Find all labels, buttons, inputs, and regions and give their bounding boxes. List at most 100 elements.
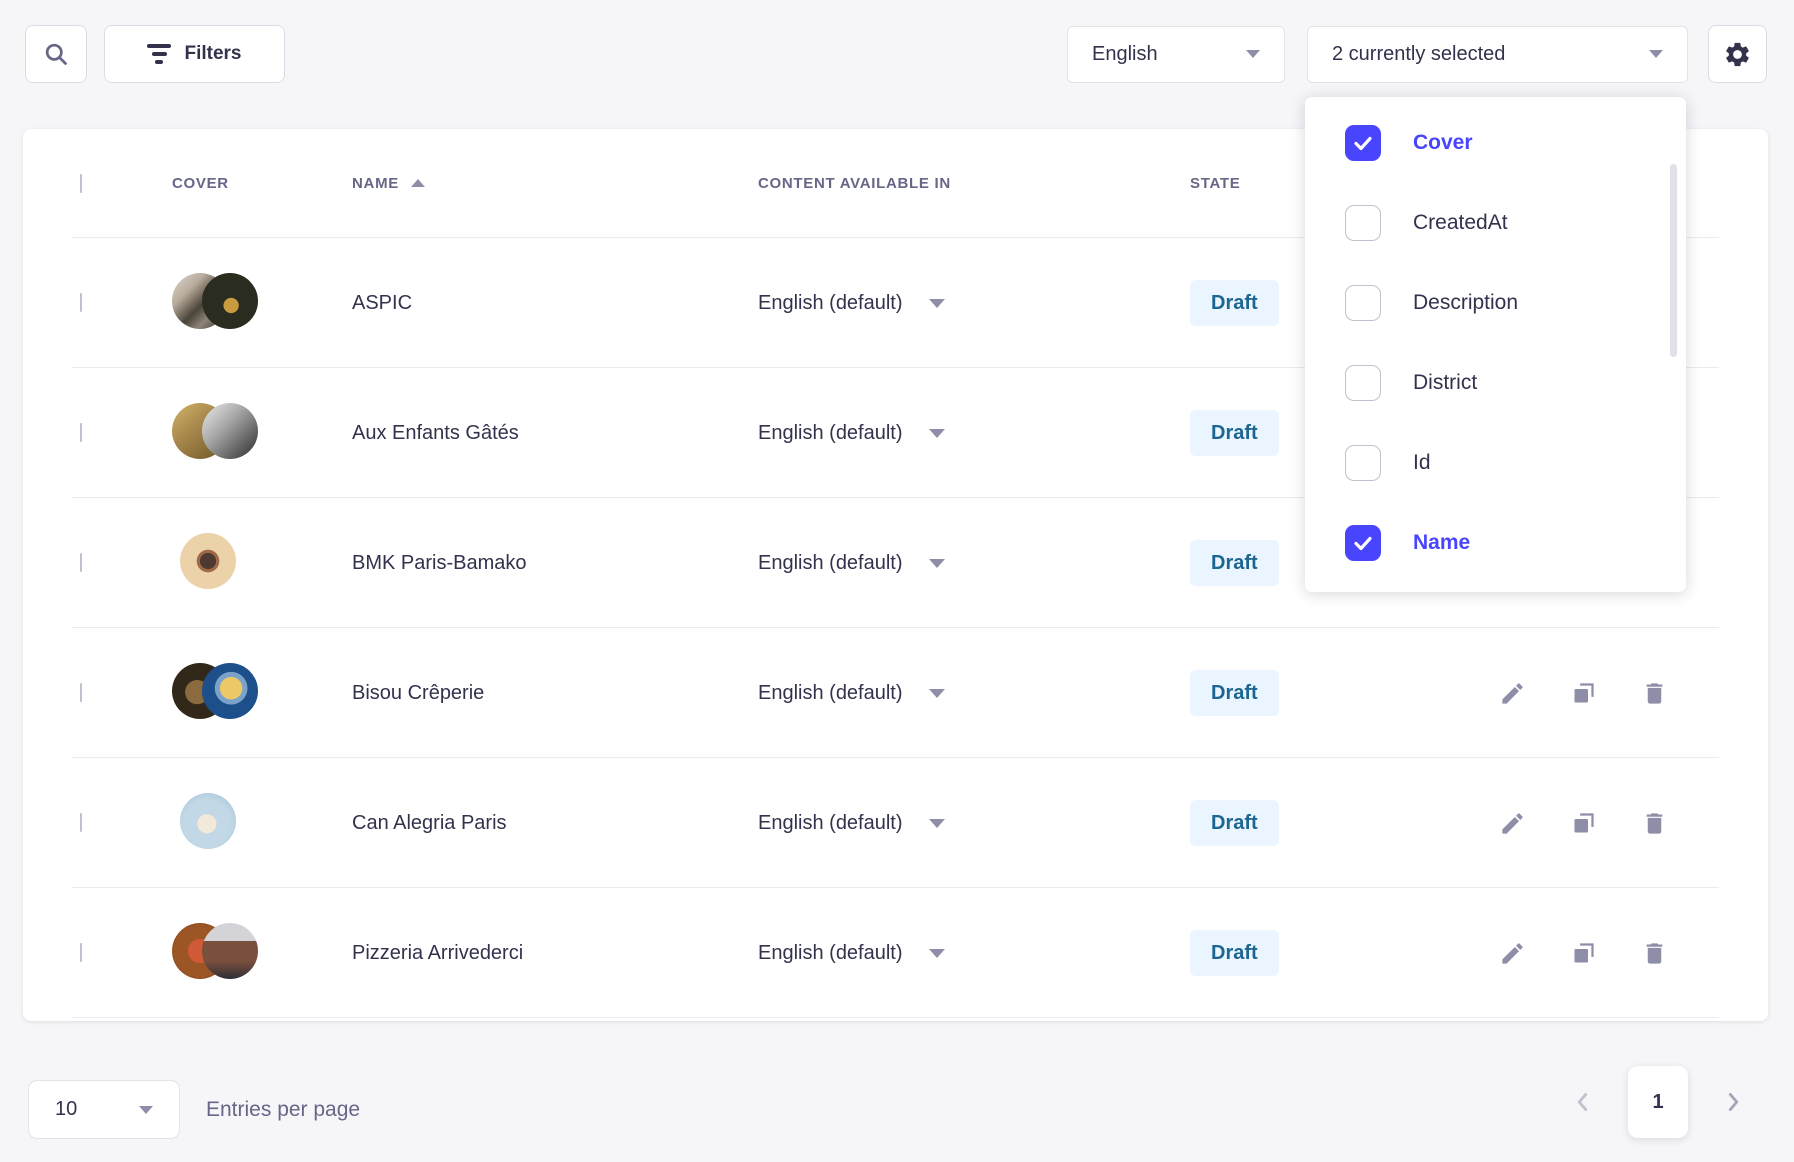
columns-select-value: 2 currently selected (1332, 43, 1505, 66)
columns-select[interactable]: 2 currently selected (1307, 26, 1688, 83)
column-header-name[interactable]: NAME (352, 175, 758, 192)
column-picker-item-createdat[interactable]: CreatedAt (1345, 205, 1686, 241)
row-checkbox[interactable] (80, 293, 82, 312)
unchecked-checkbox[interactable] (1345, 285, 1381, 321)
edit-icon[interactable] (1499, 940, 1526, 967)
filters-button[interactable]: Filters (104, 25, 285, 83)
column-picker-dropdown: Cover CreatedAt Description District Id Name (1305, 97, 1686, 592)
cover-image (202, 403, 258, 459)
unchecked-checkbox[interactable] (1345, 445, 1381, 481)
chevron-down-icon (929, 949, 945, 958)
state-badge: Draft (1190, 410, 1279, 456)
row-checkbox[interactable] (80, 943, 82, 962)
state-badge: Draft (1190, 540, 1279, 586)
row-actions (1424, 810, 1768, 837)
unchecked-checkbox[interactable] (1345, 205, 1381, 241)
check-icon (1351, 131, 1375, 155)
locale-value: English (default) (758, 292, 903, 315)
chevron-down-icon (929, 689, 945, 698)
delete-icon[interactable] (1641, 940, 1668, 967)
locale-cell[interactable]: English (default) (758, 422, 1190, 445)
cover-avatar-group (172, 922, 264, 980)
delete-icon[interactable] (1641, 810, 1668, 837)
cover-avatar-group (172, 402, 264, 460)
column-picker-item-label: Name (1413, 531, 1470, 555)
cover-image (180, 793, 236, 849)
checked-checkbox[interactable] (1345, 525, 1381, 561)
duplicate-icon[interactable] (1570, 810, 1597, 837)
locale-value: English (default) (758, 812, 903, 835)
locale-value: English (default) (758, 682, 903, 705)
table-row: Can Alegria ParisEnglish (default)Draft (23, 758, 1768, 888)
locale-cell[interactable]: English (default) (758, 292, 1190, 315)
dropdown-scrollbar[interactable] (1670, 164, 1677, 357)
cover-image (202, 663, 258, 719)
locale-cell[interactable]: English (default) (758, 812, 1190, 835)
duplicate-icon[interactable] (1570, 940, 1597, 967)
row-actions (1424, 680, 1768, 707)
page-size-select[interactable]: 10 (28, 1080, 180, 1139)
row-checkbox[interactable] (80, 553, 82, 572)
entry-name: BMK Paris-Bamako (352, 552, 758, 575)
checked-checkbox[interactable] (1345, 125, 1381, 161)
search-button[interactable] (25, 25, 87, 83)
cover-image (180, 533, 236, 589)
column-picker-item-name[interactable]: Name (1345, 525, 1686, 561)
column-picker-item-label: Id (1413, 451, 1431, 475)
entry-name: ASPIC (352, 292, 758, 315)
unchecked-checkbox[interactable] (1345, 365, 1381, 401)
locale-select-value: English (1092, 43, 1158, 66)
edit-icon[interactable] (1499, 810, 1526, 837)
cover-avatar-group (172, 662, 264, 720)
column-picker-item-cover[interactable]: Cover (1345, 125, 1686, 161)
row-checkbox[interactable] (80, 423, 82, 442)
state-badge: Draft (1190, 800, 1279, 846)
column-picker-item-label: CreatedAt (1413, 211, 1508, 235)
row-checkbox[interactable] (80, 813, 82, 832)
column-picker-item-label: District (1413, 371, 1477, 395)
settings-button[interactable] (1708, 25, 1767, 83)
previous-page-button[interactable] (1570, 1089, 1596, 1115)
page-1-button[interactable]: 1 (1628, 1066, 1688, 1138)
column-picker-item-district[interactable]: District (1345, 365, 1686, 401)
state-badge: Draft (1190, 930, 1279, 976)
table-row: Pizzeria ArrivederciEnglish (default) Dra… (23, 888, 1768, 1018)
column-picker-item-id[interactable]: Id (1345, 445, 1686, 481)
next-page-button[interactable] (1720, 1089, 1746, 1115)
locale-value: English (default) (758, 942, 903, 965)
locale-cell[interactable]: English (default) (758, 682, 1190, 705)
page-number: 1 (1652, 1091, 1663, 1114)
chevron-down-icon (929, 819, 945, 828)
entry-name: Pizzeria Arrivederci (352, 942, 758, 965)
chevron-down-icon (1649, 50, 1663, 58)
entry-name: Aux Enfants Gâtés (352, 422, 758, 445)
delete-icon[interactable] (1641, 680, 1668, 707)
locale-value: English (default) (758, 422, 903, 445)
locale-select[interactable]: English (1067, 26, 1285, 83)
locale-value: English (default) (758, 552, 903, 575)
column-picker-item-description[interactable]: Description (1345, 285, 1686, 321)
chevron-down-icon (139, 1106, 153, 1114)
gear-icon (1723, 40, 1752, 69)
column-header-content-available-in: CONTENT AVAILABLE IN (758, 175, 1190, 192)
table-row: Bisou CrêperieEnglish (default)Draft (23, 628, 1768, 758)
chevron-down-icon (929, 299, 945, 308)
edit-icon[interactable] (1499, 680, 1526, 707)
pagination: 1 (1570, 1066, 1746, 1138)
toolbar-left: Filters (25, 25, 285, 83)
chevron-down-icon (929, 429, 945, 438)
cover-avatar-group (172, 532, 264, 590)
chevron-down-icon (929, 559, 945, 568)
locale-cell[interactable]: English (default) (758, 942, 1190, 965)
search-icon (43, 41, 70, 68)
select-all-checkbox[interactable] (80, 174, 82, 193)
toolbar-right: English 2 currently selected (1067, 25, 1767, 83)
cover-image (202, 923, 258, 979)
state-badge: Draft (1190, 670, 1279, 716)
duplicate-icon[interactable] (1570, 680, 1597, 707)
cover-avatar-group (172, 792, 264, 850)
locale-cell[interactable]: English (default) (758, 552, 1190, 575)
cover-image (202, 273, 258, 329)
content-manager-list-view: Filters English 2 currently selected COV… (0, 0, 1794, 1162)
row-checkbox[interactable] (80, 683, 82, 702)
